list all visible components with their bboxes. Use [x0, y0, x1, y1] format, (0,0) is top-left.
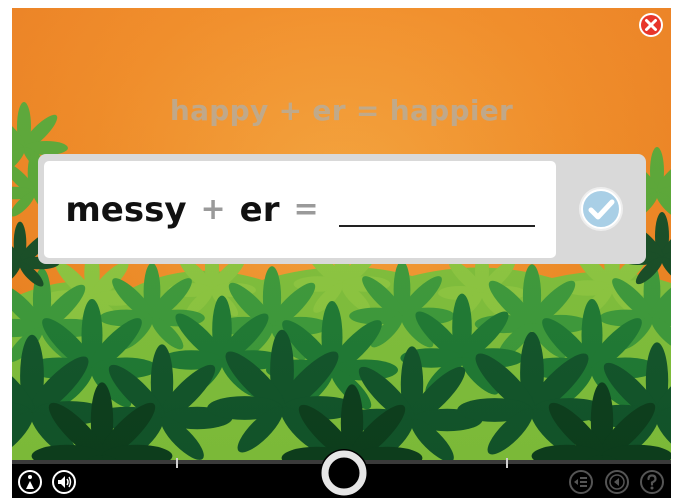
back-icon[interactable] — [605, 470, 629, 494]
app-window: happy + er = happier messy + er = — [0, 0, 680, 498]
example-suffix: er — [312, 94, 346, 127]
base-word: messy — [65, 189, 187, 230]
example-equation: happy + er = happier — [12, 94, 671, 127]
help-icon[interactable] — [640, 470, 664, 494]
progress-tick — [176, 458, 178, 468]
progress-tick — [506, 458, 508, 468]
example-result: happier — [389, 94, 514, 127]
list-icon[interactable] — [569, 470, 593, 494]
answer-input[interactable] — [338, 192, 535, 227]
info-icon[interactable] — [18, 470, 42, 494]
example-equals: = — [355, 94, 380, 127]
plus-sign: + — [200, 192, 226, 227]
checkmark-icon[interactable] — [578, 186, 624, 232]
equals-sign: = — [293, 192, 319, 227]
example-word: happy — [169, 94, 269, 127]
example-plus: + — [278, 94, 303, 127]
ring-icon[interactable] — [319, 448, 369, 498]
question-equation: messy + er = — [44, 161, 556, 258]
suffix-word: er — [239, 189, 280, 230]
close-icon[interactable] — [638, 12, 664, 38]
speaker-icon[interactable] — [52, 470, 76, 494]
